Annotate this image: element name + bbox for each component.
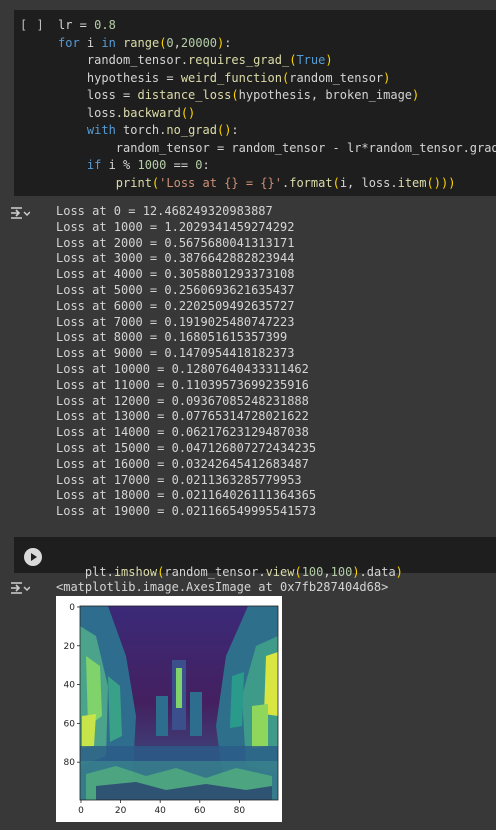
output-line: Loss at 3000 = 0.3876642882823944 (56, 251, 295, 266)
code-line: loss.backward() (58, 105, 196, 120)
output-line: Loss at 13000 = 0.07765314728021622 (56, 409, 309, 424)
y-tick-label: 60 (64, 719, 76, 729)
image-area (80, 606, 278, 800)
code-editor[interactable]: lr = 0.8 for i in range(0,20000): random… (58, 17, 496, 192)
output-line: Loss at 6000 = 0.2202509492635727 (56, 298, 295, 313)
output-line: Loss at 17000 = 0.0211363285779953 (56, 472, 302, 487)
code-cell-2[interactable]: plt.imshow(random_tensor.view(100,100).d… (14, 537, 496, 579)
code-line: print('Loss at {} = {}'.format(i, loss.i… (115, 175, 456, 190)
x-tick-label: 60 (194, 806, 206, 816)
x-tick-label: 40 (154, 806, 166, 816)
x-axis: 0 20 40 60 80 (78, 800, 245, 816)
output-line: Loss at 19000 = 0.021166549995541573 (56, 504, 317, 519)
y-tick-label: 80 (64, 758, 76, 768)
output-line: Loss at 12000 = 0.09367085248231888 (56, 393, 309, 408)
code-line: hypothesis = weird_function(random_tenso… (58, 70, 391, 85)
x-tick-label: 0 (78, 806, 84, 816)
y-axis: 0 20 40 60 80 (64, 603, 80, 768)
x-tick-label: 80 (234, 806, 246, 816)
output-line: Loss at 10000 = 0.12807640433311462 (56, 361, 309, 376)
code-line: if i % 1000 == 0: (86, 158, 210, 172)
code-line: random_tensor.requires_grad_(True) (58, 53, 333, 67)
output-line: Loss at 8000 = 0.168051615357399 (56, 330, 288, 345)
axes-image-repr: <matplotlib.image.AxesImage at 0x7fb2874… (56, 580, 389, 594)
imshow-plot: 0 20 40 60 80 0 20 40 60 80 (64, 603, 279, 816)
output-line: Loss at 16000 = 0.03242645412683487 (56, 456, 309, 471)
code-line: for i in range(0,20000): (58, 35, 232, 50)
code-line: loss = distance_loss(hypothesis, broken_… (58, 88, 420, 102)
output-area-1: Loss at 0 = 12.468249320983887 Loss at 10… (0, 198, 496, 523)
output-toggle-icon[interactable] (10, 206, 30, 220)
y-tick-label: 20 (64, 642, 76, 652)
y-tick-label: 0 (69, 603, 75, 613)
cell-execution-bracket[interactable]: [ ] (20, 18, 45, 32)
output-line: Loss at 15000 = 0.047126807272434235 (56, 440, 317, 455)
output-line: Loss at 11000 = 0.11039573699235916 (56, 377, 309, 392)
output-line: Loss at 0 = 12.468249320983887 (56, 204, 273, 218)
output-line: Loss at 1000 = 1.2029341459274292 (56, 219, 295, 234)
loss-output-text: Loss at 0 = 12.468249320983887 Loss at 10… (56, 204, 316, 520)
output-line: Loss at 9000 = 0.1470954418182373 (56, 346, 295, 361)
matplotlib-figure: 0 20 40 60 80 0 20 40 60 80 (56, 596, 282, 822)
output-line: Loss at 14000 = 0.06217623129487038 (56, 425, 309, 440)
code-cell-1[interactable]: [ ] lr = 0.8 for i in range(0,20000): ra… (14, 10, 496, 196)
play-icon[interactable] (24, 548, 42, 566)
output-line: Loss at 2000 = 0.5675680041313171 (56, 235, 295, 250)
output-line: Loss at 4000 = 0.3058801293373108 (56, 267, 295, 282)
y-tick-label: 40 (64, 681, 76, 691)
output-line: Loss at 5000 = 0.2560693621635437 (56, 282, 295, 297)
output-line: Loss at 7000 = 0.1919025480747223 (56, 314, 295, 329)
code-line: plt.imshow(random_tensor.view(100,100).d… (84, 564, 403, 579)
code-line: lr = 0.8 (58, 18, 116, 32)
output-line: Loss at 18000 = 0.021164026111364365 (56, 488, 317, 503)
output-toggle-icon[interactable] (10, 581, 30, 595)
code-line: with torch.no_grad(): (86, 123, 239, 137)
code-line: random_tensor = random_tensor - lr*rando… (58, 140, 496, 155)
x-tick-label: 20 (115, 806, 127, 816)
